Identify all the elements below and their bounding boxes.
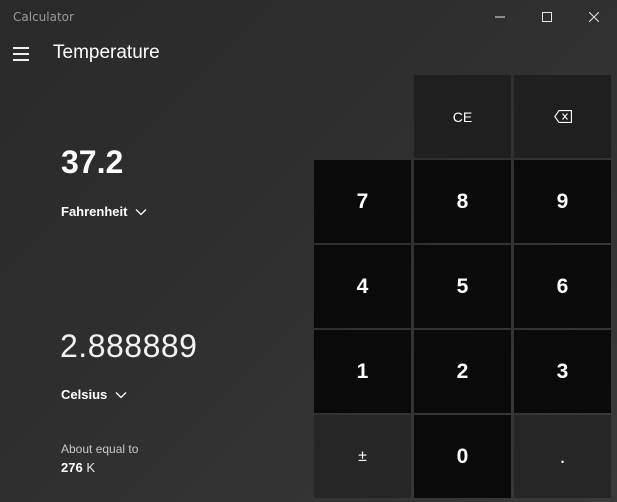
to-unit-dropdown[interactable]: Celsius bbox=[61, 387, 127, 402]
digit-1-button[interactable]: 1 bbox=[314, 330, 411, 413]
about-value-number: 276 bbox=[61, 460, 83, 475]
page-title: Temperature bbox=[53, 42, 160, 63]
hamburger-menu-icon[interactable] bbox=[8, 40, 34, 68]
about-value-unit: K bbox=[86, 460, 95, 475]
digit-2-button[interactable]: 2 bbox=[414, 330, 511, 413]
to-unit-label: Celsius bbox=[61, 387, 108, 402]
minimize-icon bbox=[495, 16, 505, 18]
digit-0-button[interactable]: 0 bbox=[414, 415, 511, 498]
clear-entry-button[interactable]: CE bbox=[414, 75, 511, 158]
chevron-down-icon bbox=[115, 391, 127, 398]
backspace-icon bbox=[553, 110, 572, 123]
title-bar[interactable]: Calculator bbox=[0, 0, 617, 34]
about-equal-value: 276 K bbox=[61, 460, 95, 475]
from-value-display[interactable]: 37.2 bbox=[61, 144, 123, 181]
chevron-down-icon bbox=[136, 208, 147, 215]
decimal-button[interactable]: . bbox=[514, 415, 611, 498]
digit-4-button[interactable]: 4 bbox=[314, 245, 411, 328]
digit-9-button[interactable]: 9 bbox=[514, 160, 611, 243]
digit-7-button[interactable]: 7 bbox=[314, 160, 411, 243]
digit-3-button[interactable]: 3 bbox=[514, 330, 611, 413]
app-title: Calculator bbox=[13, 10, 74, 24]
digit-8-button[interactable]: 8 bbox=[414, 160, 511, 243]
backspace-button[interactable] bbox=[514, 75, 611, 158]
from-unit-label: Fahrenheit bbox=[61, 204, 128, 219]
from-unit-dropdown[interactable]: Fahrenheit bbox=[61, 204, 147, 219]
close-icon bbox=[589, 12, 599, 22]
about-equal-label: About equal to bbox=[61, 442, 139, 456]
digit-5-button[interactable]: 5 bbox=[414, 245, 511, 328]
maximize-icon bbox=[542, 12, 552, 22]
to-value-display[interactable]: 2.888889 bbox=[60, 328, 197, 365]
maximize-button[interactable] bbox=[524, 0, 570, 34]
plus-minus-button[interactable]: ± bbox=[314, 415, 411, 498]
digit-6-button[interactable]: 6 bbox=[514, 245, 611, 328]
close-button[interactable] bbox=[571, 0, 617, 34]
calculator-window: Calculator Temperature 37.2 Fahrenheit 2… bbox=[0, 0, 617, 502]
minimize-button[interactable] bbox=[477, 0, 523, 34]
